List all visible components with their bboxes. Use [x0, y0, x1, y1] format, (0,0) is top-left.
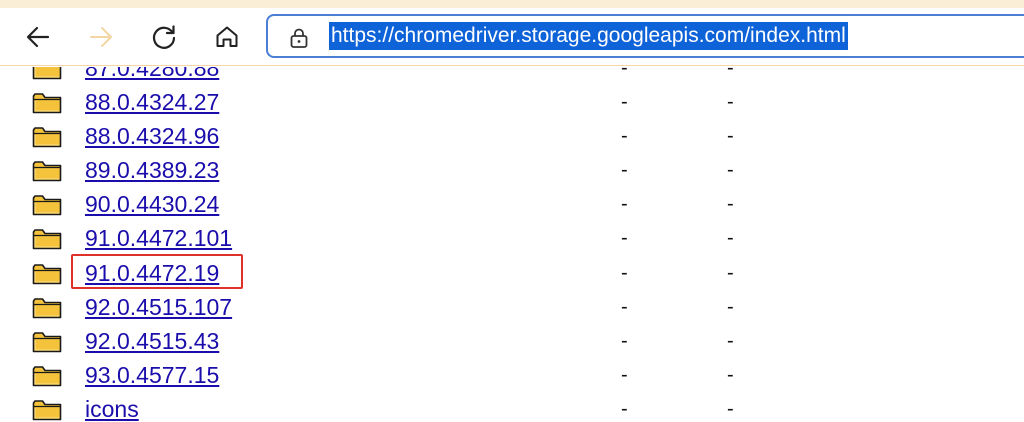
folder-link[interactable]: 87.0.4280.88 [85, 67, 219, 82]
folder-icon [32, 263, 62, 284]
folder-link[interactable]: 91.0.4472.19 [85, 259, 219, 287]
folder-icon [32, 161, 62, 182]
size-cell: - [727, 397, 734, 420]
folder-link[interactable]: 90.0.4430.24 [85, 190, 219, 218]
folder-icon [32, 366, 62, 387]
arrow-left-icon [26, 26, 50, 48]
folder-icon [32, 67, 62, 80]
folder-link[interactable]: 91.0.4472.101 [85, 224, 232, 252]
last-modified-cell: - [621, 261, 628, 284]
folder-link[interactable]: 93.0.4577.15 [85, 361, 219, 389]
window-title-strip [0, 0, 1024, 8]
last-modified-cell: - [621, 329, 628, 352]
list-item: 91.0.4472.101 - - [0, 221, 1024, 255]
file-list: 87.0.4280.88- -88.0.4324.27- -88.0.4324.96… [0, 67, 1024, 422]
list-item: 87.0.4280.88 - - [0, 67, 1024, 85]
folder-link[interactable]: 88.0.4324.96 [85, 122, 219, 150]
forward-button[interactable] [83, 20, 119, 54]
size-cell: - [727, 125, 734, 148]
folder-icon [32, 400, 62, 421]
folder-link[interactable]: 88.0.4324.27 [85, 88, 219, 116]
list-item: 93.0.4577.15 - - [0, 358, 1024, 392]
lock-icon[interactable] [288, 27, 310, 49]
size-cell: - [727, 329, 734, 352]
folder-icon [32, 127, 62, 148]
list-item: 91.0.4472.19 - - [0, 256, 1024, 290]
last-modified-cell: - [621, 295, 628, 318]
refresh-button[interactable] [146, 20, 182, 54]
list-item: 90.0.4430.24 - - [0, 187, 1024, 221]
last-modified-cell: - [621, 193, 628, 216]
list-item: 92.0.4515.43 - - [0, 324, 1024, 358]
size-cell: - [727, 363, 734, 386]
folder-link[interactable]: icons [85, 395, 139, 422]
size-cell: - [727, 261, 734, 284]
size-cell: - [727, 159, 734, 182]
size-cell: - [727, 227, 734, 250]
folder-icon [32, 297, 62, 318]
folder-icon [32, 195, 62, 216]
home-button[interactable] [209, 20, 245, 54]
last-modified-cell: - [621, 397, 628, 420]
last-modified-cell: - [621, 125, 628, 148]
list-item: 88.0.4324.96 - - [0, 119, 1024, 153]
list-item: 92.0.4515.107 - - [0, 290, 1024, 324]
size-cell: - [727, 295, 734, 318]
back-button[interactable] [20, 20, 56, 54]
folder-icon [32, 229, 62, 250]
address-bar[interactable]: https://chromedriver.storage.googleapis.… [266, 14, 1024, 58]
arrow-right-icon [90, 27, 112, 47]
last-modified-cell: - [621, 227, 628, 250]
last-modified-cell: - [621, 91, 628, 114]
list-item: 88.0.4324.27 - - [0, 85, 1024, 119]
folder-link[interactable]: 92.0.4515.43 [85, 327, 219, 355]
list-item: 89.0.4389.23 - - [0, 153, 1024, 187]
last-modified-cell: - [621, 159, 628, 182]
last-modified-cell: - [621, 67, 628, 79]
folder-icon [32, 331, 62, 353]
folder-link[interactable]: 92.0.4515.107 [85, 293, 232, 321]
last-modified-cell: - [621, 363, 628, 386]
list-item: icons - - [0, 392, 1024, 422]
home-icon [216, 26, 238, 47]
size-cell: - [727, 67, 734, 79]
size-cell: - [727, 91, 734, 114]
refresh-icon [152, 25, 176, 49]
folder-link[interactable]: 89.0.4389.23 [85, 156, 219, 184]
directory-listing: 87.0.4280.88- -88.0.4324.27- -88.0.4324.96… [0, 67, 1024, 422]
browser-toolbar: https://chromedriver.storage.googleapis.… [0, 8, 1024, 66]
url-text[interactable]: https://chromedriver.storage.googleapis.… [329, 22, 848, 50]
folder-icon [32, 93, 62, 114]
size-cell: - [727, 193, 734, 216]
